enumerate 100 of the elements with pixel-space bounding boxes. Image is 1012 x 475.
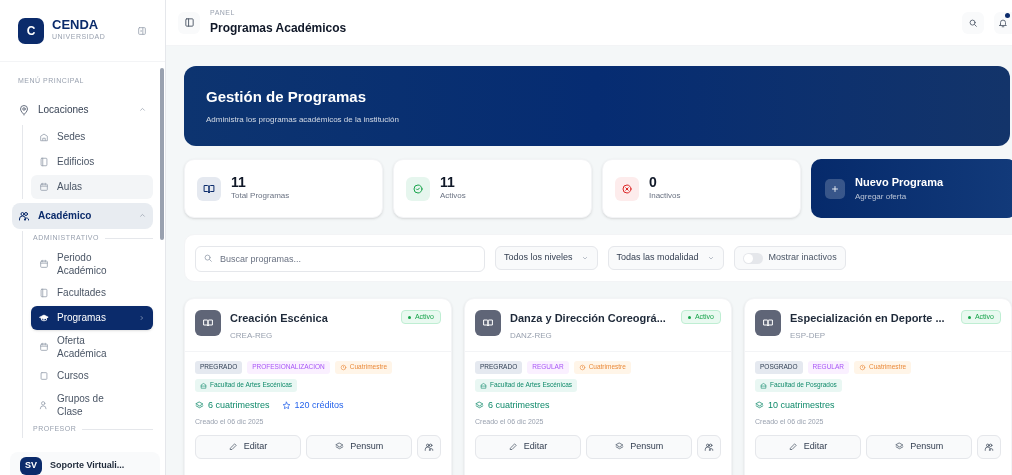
nav-group[interactable]: Locaciones bbox=[12, 96, 153, 123]
toggle-label: Mostrar inactivos bbox=[768, 251, 837, 265]
filter-dropdown[interactable]: Todas las modalidad bbox=[607, 246, 724, 270]
people-icon bbox=[984, 441, 995, 452]
nav-item[interactable]: Periodo Académico bbox=[31, 247, 153, 280]
user-icon bbox=[39, 399, 49, 410]
book-icon bbox=[203, 182, 215, 195]
stat-value: 0 bbox=[649, 175, 658, 190]
edit-icon bbox=[788, 442, 798, 451]
edit-icon bbox=[508, 442, 518, 451]
layers-icon bbox=[475, 400, 484, 410]
book-icon bbox=[482, 317, 494, 329]
chevron-down-icon bbox=[580, 254, 589, 262]
edit-button[interactable]: Editar bbox=[475, 434, 582, 459]
clock-icon bbox=[339, 363, 347, 371]
calendar-icon bbox=[39, 181, 49, 192]
pensum-button[interactable]: Pensum bbox=[306, 434, 413, 459]
layers-icon bbox=[895, 442, 905, 451]
building-icon bbox=[200, 381, 207, 389]
banner-subtitle: Administra los programas académicos de la institución bbox=[206, 114, 400, 127]
notifications-button[interactable] bbox=[994, 11, 1012, 34]
groups-button[interactable] bbox=[977, 434, 1001, 459]
brand-name: CENDA bbox=[52, 18, 100, 33]
credits-count: 120 créditos bbox=[281, 398, 344, 412]
building-icon bbox=[39, 131, 49, 142]
new-program-button[interactable]: Nuevo Programa Agregar oferta bbox=[811, 159, 1012, 218]
stat-label: Inactivos bbox=[649, 190, 681, 202]
search-icon bbox=[968, 17, 978, 28]
chevron-up-icon bbox=[138, 105, 147, 114]
book-icon bbox=[762, 317, 774, 329]
nav-item[interactable]: Programas bbox=[31, 305, 153, 330]
search-field[interactable]: Buscar programas... bbox=[195, 246, 485, 272]
edit-icon bbox=[228, 442, 238, 451]
nav-item[interactable]: Cursos bbox=[31, 363, 153, 388]
nav-item[interactable]: Edificios bbox=[31, 149, 153, 174]
book-icon bbox=[202, 317, 214, 329]
nav-group[interactable]: Académico bbox=[12, 202, 153, 229]
book-icon bbox=[39, 156, 49, 167]
building-icon bbox=[480, 381, 487, 389]
logo-mark: C bbox=[18, 17, 44, 44]
stat-value: 11 bbox=[440, 175, 456, 190]
edit-button[interactable]: Editar bbox=[755, 434, 862, 459]
chevron-up-icon bbox=[138, 211, 147, 220]
program-code: ESP-DEP bbox=[790, 329, 827, 342]
toggle-switch[interactable] bbox=[742, 252, 763, 264]
square-icon bbox=[39, 370, 49, 381]
pensum-button[interactable]: Pensum bbox=[866, 434, 973, 459]
calendar-icon bbox=[39, 341, 49, 352]
stat-label: Activos bbox=[440, 190, 466, 202]
stat-value: 11 bbox=[231, 175, 247, 190]
page-title: Programas Académicos bbox=[210, 19, 348, 37]
panel-icon bbox=[183, 17, 195, 28]
plus-icon bbox=[830, 183, 840, 194]
stat-label: Total Programas bbox=[231, 190, 290, 202]
layers-icon bbox=[195, 400, 204, 410]
nav-item[interactable]: Grupos de Clase bbox=[31, 388, 153, 421]
building-icon bbox=[760, 381, 767, 389]
sidebar-toggle-button[interactable] bbox=[178, 11, 200, 34]
nav-item[interactable]: Aulas bbox=[31, 174, 153, 199]
check-circle-icon bbox=[412, 182, 424, 195]
layers-icon bbox=[615, 442, 625, 451]
nav-item[interactable]: Oferta Académica bbox=[31, 330, 153, 363]
avatar: SV bbox=[20, 457, 42, 475]
book-icon bbox=[39, 287, 49, 298]
program-name: Danza y Dirección Coreográ... bbox=[510, 311, 667, 326]
filter-dropdown[interactable]: Todos los niveles bbox=[495, 246, 598, 270]
search-button[interactable] bbox=[962, 11, 984, 34]
clock-icon bbox=[578, 363, 586, 371]
program-code: DANZ-REG bbox=[510, 329, 553, 342]
people-icon bbox=[18, 209, 30, 222]
pensum-button[interactable]: Pensum bbox=[586, 434, 693, 459]
edit-button[interactable]: Editar bbox=[195, 434, 302, 459]
program-name: Creación Escénica bbox=[230, 311, 329, 326]
clock-icon bbox=[859, 363, 866, 371]
chevron-right-icon bbox=[137, 313, 145, 322]
groups-button[interactable] bbox=[417, 434, 441, 459]
people-icon bbox=[704, 441, 715, 452]
layers-icon bbox=[755, 400, 764, 410]
terms-count: 10 cuatrimestres bbox=[755, 398, 835, 412]
user-name: Soporte Virtuali... bbox=[50, 459, 125, 472]
terms-count: 6 cuatrimestres bbox=[475, 398, 550, 412]
bell-icon bbox=[998, 17, 1008, 28]
chevron-down-icon bbox=[706, 254, 715, 262]
star-icon bbox=[281, 400, 291, 410]
terms-count: 6 cuatrimestres bbox=[195, 398, 270, 412]
layers-icon bbox=[335, 442, 345, 451]
location-pin-icon bbox=[18, 103, 30, 116]
people-icon bbox=[424, 441, 435, 452]
program-code: CREA-REG bbox=[230, 329, 274, 342]
search-icon bbox=[203, 253, 213, 263]
nav-item[interactable]: Sedes bbox=[31, 124, 153, 149]
calendar-icon bbox=[39, 258, 49, 269]
x-circle-icon bbox=[621, 182, 633, 195]
groups-button[interactable] bbox=[697, 434, 721, 459]
nav-item[interactable]: Facultades bbox=[31, 280, 153, 305]
banner-title: Gestión de Programas bbox=[206, 86, 368, 107]
program-name: Especialización en Deporte ... bbox=[790, 311, 946, 326]
user-card[interactable]: SV Soporte Virtuali... bbox=[10, 452, 160, 475]
collapse-sidebar-icon bbox=[137, 25, 147, 36]
graduation-cap-icon bbox=[39, 312, 49, 323]
